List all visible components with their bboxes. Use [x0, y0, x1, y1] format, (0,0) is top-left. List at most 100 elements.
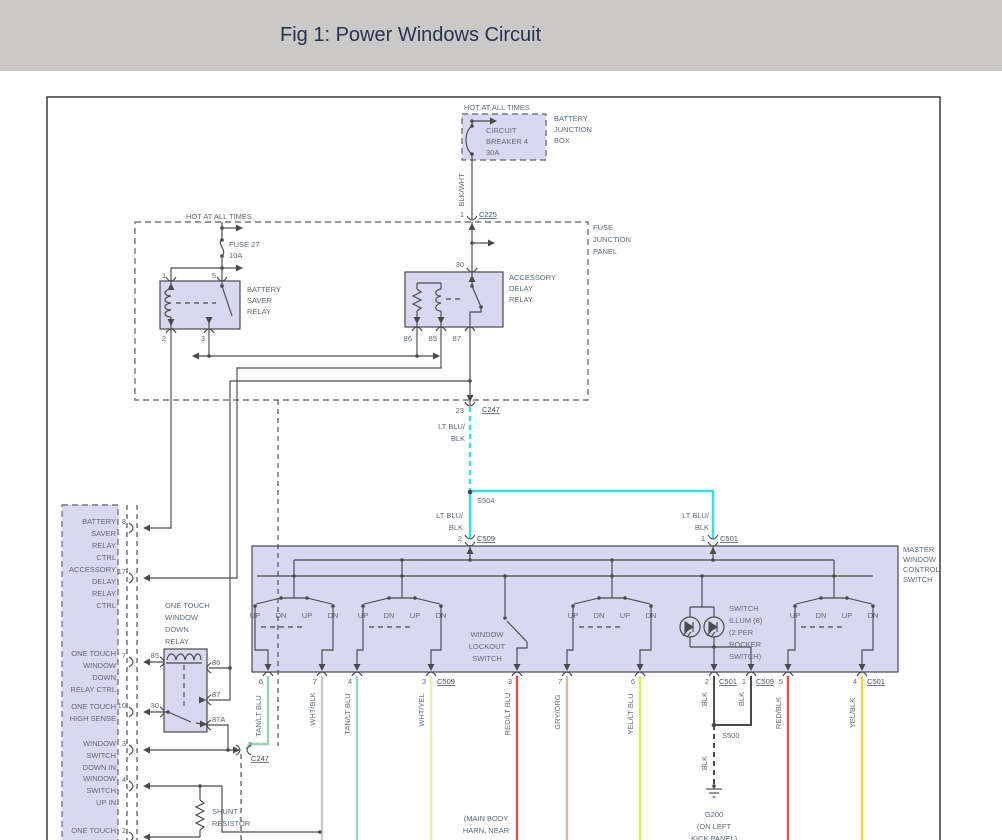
junction-dot: [571, 604, 575, 608]
pin-30-otr: 30: [151, 701, 159, 710]
lt-blu-blk-right: [470, 491, 713, 538]
junction-dot: [470, 152, 474, 156]
junction-dot: [470, 241, 474, 245]
pin-86-adr: 86: [404, 334, 412, 343]
splice-s500-label: S500: [722, 731, 740, 740]
master-window-control-switch-box: [252, 546, 898, 672]
wire-blk-label-2: BLK: [737, 692, 746, 706]
wire-gry-org-label: GRY/ORG: [553, 694, 562, 729]
junction-dot: [220, 238, 224, 242]
wire-tan-lt-blu-label-1: TAN/LT BLU: [254, 695, 263, 736]
junction-dot: [220, 226, 224, 230]
junction-dot: [712, 784, 716, 788]
arrowhead: [143, 525, 150, 532]
wire-tan-lt-blu-label-2: TAN/LT BLU: [343, 693, 352, 734]
fuse-symbol: [220, 240, 223, 256]
arrowhead: [192, 353, 199, 360]
junction-dot: [793, 604, 797, 608]
splice-s504: [468, 490, 473, 495]
wire-lt-blu-blk-label-3: LT BLU/BLK: [682, 511, 710, 532]
updn: DN: [328, 611, 339, 620]
junction-dot: [439, 604, 443, 608]
arrowhead: [236, 225, 243, 232]
updn: UP: [842, 611, 852, 620]
junction-dot: [871, 604, 875, 608]
wire-wht-yel-label: WHT/YEL: [417, 693, 426, 726]
arrowhead: [467, 395, 474, 402]
main-body-harn-note: (MAIN BODYHARN, NEARBREAKOUT TO: [459, 814, 513, 840]
junction-dot: [610, 574, 614, 578]
conn-c225: C225: [479, 210, 497, 219]
junction-dot: [413, 596, 417, 600]
junction-dot: [253, 604, 257, 608]
junction-dot: [845, 596, 849, 600]
sidebar-pin-17: 17: [118, 567, 126, 576]
pin-4-msw: 4: [348, 677, 352, 686]
wire-blk-label-3: BLK: [700, 756, 709, 770]
conn-c501-top: C501: [720, 534, 738, 543]
pin-2-bsr: 2: [162, 334, 166, 343]
junction-dot: [479, 305, 483, 309]
wiring-diagram: HOT AT ALL TIMESBATTERYJUNCTIONBOXCIRCUI…: [0, 0, 1002, 840]
pin-1-c509-msw: 1: [742, 677, 746, 686]
connector-pin: [129, 745, 133, 755]
junction-dot: [220, 254, 224, 258]
pin-2-c501-msw: 2: [705, 677, 709, 686]
junction-dot: [819, 596, 823, 600]
pin-2-c509: 2: [458, 534, 462, 543]
updn: UP: [568, 611, 578, 620]
junction-dot: [470, 119, 474, 123]
fuse-junction-panel-label: FUSEJUNCTIONPANEL: [593, 223, 631, 256]
junction-dot: [279, 596, 283, 600]
updn: UP: [250, 611, 260, 620]
junction-dot: [503, 574, 507, 578]
pin-6b-msw: 6: [631, 677, 635, 686]
updn: UP: [358, 611, 368, 620]
conn-c509-bottom: C509: [437, 677, 455, 686]
junction-dot: [400, 574, 404, 578]
shunt-resistor-symbol: [196, 800, 204, 830]
junction-dot: [400, 558, 404, 562]
junction-dot: [228, 666, 232, 670]
battery-junction-box-label: BATTERYJUNCTIONBOX: [554, 114, 592, 145]
connector-pin: [129, 707, 133, 717]
pin-87a-otr: 87A: [212, 715, 225, 724]
arrowhead: [143, 747, 150, 754]
shunt-resistor-label: SHUNTRESISTOR: [212, 807, 251, 828]
one-touch-relay-label: ONE TOUCHWINDOWDOWNRELAY: [165, 601, 210, 646]
junction-dot: [503, 616, 507, 620]
junction-dot: [415, 354, 419, 358]
pin-30-adr: 30: [456, 260, 464, 269]
connector-pin: [129, 573, 133, 583]
pin-3-bsr: 3: [201, 334, 205, 343]
junction-dot: [361, 604, 365, 608]
window-lockout-label: WINDOWLOCKOUTSWITCH: [469, 630, 506, 663]
updn: DN: [276, 611, 287, 620]
sidebar-pin-10: 10: [118, 701, 126, 710]
sidebar-pin-4: 4: [122, 775, 126, 784]
wire-lt-blu-blk-label-1: LT BLU/BLK: [438, 422, 466, 443]
pin-85-adr: 85: [429, 334, 437, 343]
pin-6-msw: 6: [259, 677, 263, 686]
conn-c247: C247: [482, 405, 500, 414]
junction-dot: [712, 645, 716, 649]
pin-7-msw: 7: [313, 677, 317, 686]
updn: UP: [620, 611, 630, 620]
wire-blk-wht-label: BLK/WHT: [457, 173, 466, 207]
updn: UP: [302, 611, 312, 620]
ground-g200-label: G200(ON LEFTKICK PANEL): [691, 810, 738, 840]
splice-s500: [712, 723, 717, 728]
arrowhead: [143, 834, 150, 840]
pin-1-bsr: 1: [162, 271, 166, 280]
junction-dot: [305, 596, 309, 600]
pin-87-adr: 87: [453, 334, 461, 343]
updn: DN: [646, 611, 657, 620]
updn: DN: [436, 611, 447, 620]
updn: DN: [868, 611, 879, 620]
junction-dot: [832, 574, 836, 578]
junction-dot: [226, 748, 230, 752]
wire-wht-blk-label: WHT/BLK: [308, 692, 317, 725]
conn-c509-bottom2: C509: [756, 677, 774, 686]
wire-red-blk-label: RED/BLK: [774, 697, 783, 729]
sidebar-pin-3: 3: [122, 739, 126, 748]
